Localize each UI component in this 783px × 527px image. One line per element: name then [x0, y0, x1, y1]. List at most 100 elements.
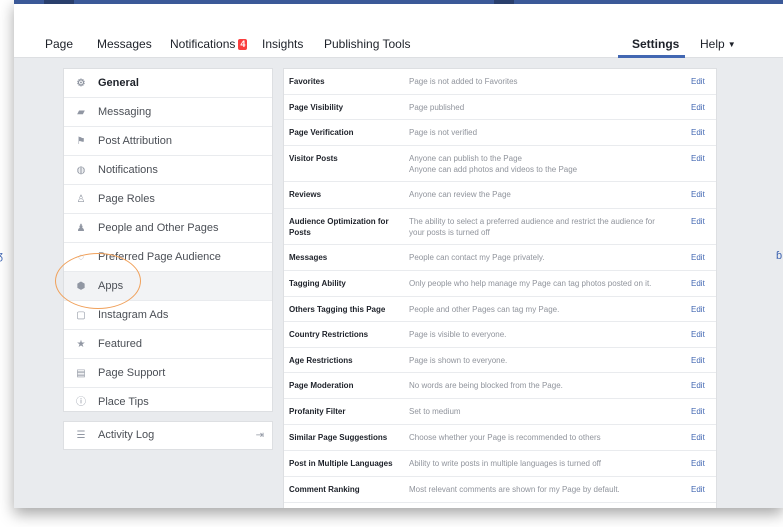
edit-link[interactable]: Edit [691, 216, 705, 227]
row-label: Profanity Filter [289, 407, 346, 416]
sidebar-item-label: Notifications [98, 164, 158, 176]
sidebar-item-label: General [98, 77, 139, 89]
row-value: Anyone can publish to the Page Anyone can… [409, 154, 578, 174]
caret-down-icon: ▼ [727, 40, 736, 49]
settings-row-page-moderation[interactable]: Page Moderation No words are being block… [284, 373, 716, 399]
settings-row-page-visibility[interactable]: Page Visibility Page published Edit [284, 95, 716, 120]
row-value: Choose whether your Page is recommended … [409, 433, 601, 442]
settings-row-reviews[interactable]: Reviews Anyone can review the Page Edit [284, 182, 716, 209]
right-edge-glyph: ɓ [776, 250, 783, 262]
row-value: The ability to select a preferred audien… [409, 217, 655, 237]
row-label: Post in Multiple Languages [289, 459, 393, 468]
globe-icon: ◍ [76, 165, 86, 176]
settings-row-multiple-languages[interactable]: Post in Multiple Languages Ability to wr… [284, 451, 716, 477]
nav-insights[interactable]: Insights [262, 37, 303, 51]
nav-help[interactable]: Help ▼ [700, 37, 736, 52]
edit-link[interactable]: Edit [691, 355, 705, 366]
sidebar-item-label: Post Attribution [98, 135, 172, 147]
edit-link[interactable]: Edit [691, 432, 705, 443]
sidebar-item-page-support[interactable]: ▤ Page Support [64, 359, 272, 388]
edit-link[interactable]: Edit [691, 458, 705, 469]
settings-row-profanity-filter[interactable]: Profanity Filter Set to medium Edit [284, 399, 716, 425]
chat-icon: ▰ [77, 107, 85, 118]
edit-link[interactable]: Edit [691, 76, 705, 87]
flag-icon: ⚑ [76, 136, 86, 147]
sidebar-item-label: Page Support [98, 367, 166, 379]
row-value: Page is not added to Favorites [409, 77, 518, 86]
nav-messages[interactable]: Messages [97, 37, 152, 51]
sidebar-item-people-and-other-pages[interactable]: ♟ People and Other Pages [64, 214, 272, 243]
settings-row-others-tagging[interactable]: Others Tagging this Page People and othe… [284, 297, 716, 322]
top-bar-shadow [494, 0, 514, 4]
top-bar-shadow [44, 0, 74, 4]
nav-settings[interactable]: Settings [632, 37, 679, 51]
row-value: No words are being blocked from the Page… [409, 381, 563, 390]
apps-highlight-annotation [55, 253, 141, 309]
nav-notifications[interactable]: Notifications 4 [170, 37, 248, 51]
nav-page[interactable]: Page [45, 37, 73, 51]
support-icon: ▤ [76, 368, 86, 379]
row-value: People can contact my Page privately. [409, 253, 545, 262]
row-label: Favorites [289, 77, 325, 86]
settings-row-country-restrictions[interactable]: Country Restrictions Page is visible to … [284, 322, 716, 348]
edit-link[interactable]: Edit [691, 304, 705, 315]
row-value: Only people who help manage my Page can … [409, 279, 652, 288]
settings-row-audience-optimization[interactable]: Audience Optimization for Posts The abil… [284, 209, 716, 245]
nav-help-label: Help [700, 37, 725, 51]
row-label: Visitor Posts [289, 154, 338, 163]
sidebar-item-messaging[interactable]: ▰ Messaging [64, 98, 272, 127]
sidebar-item-label: Messaging [98, 106, 152, 118]
person-icon: ♙ [76, 194, 86, 205]
sidebar-item-label: Featured [98, 338, 143, 350]
edit-link[interactable]: Edit [691, 153, 705, 164]
row-value: Most relevant comments are shown for my … [409, 485, 620, 494]
row-value: Set to medium [409, 407, 461, 416]
row-label: Audience Optimization for Posts [289, 217, 389, 237]
nav-notifications-label: Notifications [170, 37, 236, 51]
settings-row-similar-page-suggestions[interactable]: Similar Page Suggestions Choose whether … [284, 425, 716, 451]
row-label: Reviews [289, 190, 322, 199]
sidebar-item-general[interactable]: ⚙ General [64, 69, 272, 98]
sidebar-item-notifications[interactable]: ◍ Notifications [64, 156, 272, 185]
row-label: Others Tagging this Page [289, 305, 386, 314]
row-value: Page is not verified [409, 128, 478, 137]
edit-link[interactable]: Edit [691, 278, 705, 289]
gear-icon: ⚙ [76, 78, 86, 89]
edit-link[interactable]: Edit [691, 380, 705, 391]
settings-row-tagging-ability[interactable]: Tagging Ability Only people who help man… [284, 271, 716, 297]
general-settings-panel: Favorites Page is not added to Favorites… [283, 68, 717, 508]
sidebar-item-activity-log[interactable]: ☰ Activity Log ⇥ [63, 421, 273, 450]
settings-row-messages[interactable]: Messages People can contact my Page priv… [284, 245, 716, 271]
facebook-blue-bar [14, 0, 783, 4]
sidebar-item-place-tips[interactable]: ⓘ Place Tips [64, 388, 272, 417]
settings-row-visitor-posts[interactable]: Visitor Posts Anyone can publish to the … [284, 146, 716, 182]
settings-row-comment-ranking[interactable]: Comment Ranking Most relevant comments a… [284, 477, 716, 503]
edit-link[interactable]: Edit [691, 484, 705, 495]
sidebar-item-post-attribution[interactable]: ⚑ Post Attribution [64, 127, 272, 156]
nav-publishing-tools[interactable]: Publishing Tools [324, 37, 411, 51]
list-icon: ☰ [76, 430, 86, 441]
edit-link[interactable]: Edit [691, 252, 705, 263]
edit-link[interactable]: Edit [691, 406, 705, 417]
edit-link[interactable]: Edit [691, 189, 705, 200]
row-label: Page Moderation [289, 381, 354, 390]
settings-row-age-restrictions[interactable]: Age Restrictions Page is shown to everyo… [284, 348, 716, 373]
sidebar-item-page-roles[interactable]: ♙ Page Roles [64, 185, 272, 214]
row-label: Tagging Ability [289, 279, 346, 288]
settings-row-favorites[interactable]: Favorites Page is not added to Favorites… [284, 69, 716, 95]
settings-sidebar: ⚙ General ▰ Messaging ⚑ Post Attribution… [63, 68, 273, 412]
edit-link[interactable]: Edit [691, 102, 705, 113]
open-arrow-icon: ⇥ [255, 430, 264, 441]
row-label: Country Restrictions [289, 330, 369, 339]
top-strip [14, 0, 783, 22]
edit-link[interactable]: Edit [691, 127, 705, 138]
row-value: Ability to write posts in multiple langu… [409, 459, 601, 468]
settings-row-page-verification[interactable]: Page Verification Page is not verified E… [284, 120, 716, 146]
edit-link[interactable]: Edit [691, 329, 705, 340]
row-label: Similar Page Suggestions [289, 433, 388, 442]
settings-active-underline [618, 55, 685, 58]
sidebar-item-label: Instagram Ads [98, 309, 169, 321]
row-value: Page is shown to everyone. [409, 356, 508, 365]
sidebar-item-featured[interactable]: ★ Featured [64, 330, 272, 359]
notification-count-badge: 4 [238, 39, 248, 50]
